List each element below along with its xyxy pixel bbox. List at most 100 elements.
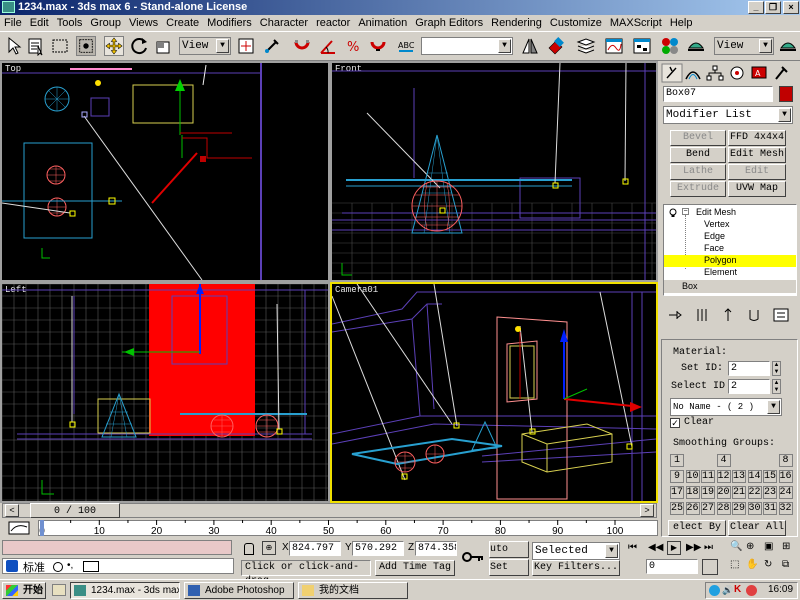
viewport-camera[interactable]: Camera01 — [330, 282, 658, 503]
pin-stack-icon[interactable] — [668, 309, 682, 321]
curve-editor-icon[interactable] — [604, 36, 624, 56]
stack-item-element[interactable]: Element — [704, 267, 737, 277]
stack-item-face[interactable]: Face — [704, 243, 724, 253]
lathe-button[interactable]: Lathe — [670, 164, 726, 180]
viewport-left[interactable]: Left — [0, 282, 330, 503]
viewport-front[interactable]: Front — [330, 61, 658, 282]
ime-punct-icon[interactable]: •, — [67, 560, 73, 571]
stack-item-edge[interactable]: Edge — [704, 231, 725, 241]
key-icon[interactable] — [461, 545, 485, 569]
smoothing-group-button[interactable]: 23 — [763, 486, 777, 499]
smoothing-group-button[interactable]: 4 — [716, 454, 731, 467]
stack-item-vertex[interactable]: Vertex — [704, 219, 730, 229]
utilities-tab-icon[interactable] — [772, 65, 790, 81]
smoothing-group-button[interactable]: 16 — [778, 470, 793, 483]
ime-halfwidth-icon[interactable] — [53, 562, 63, 572]
smoothing-group-button[interactable]: 30 — [747, 502, 762, 515]
play-icon[interactable]: ▶ — [667, 541, 681, 555]
stack-item-box[interactable]: Box — [682, 281, 698, 291]
smoothing-group-button[interactable]: 8 — [778, 454, 793, 467]
select-id-field[interactable]: 2 — [728, 379, 770, 394]
maxscript-listener-mini[interactable] — [2, 540, 232, 555]
modifier-list-dropdown[interactable]: Modifier List ▼ — [663, 106, 793, 124]
pan-icon[interactable]: ✋ — [746, 559, 758, 570]
edit-mesh-button[interactable]: Edit Mesh — [728, 147, 786, 163]
smoothing-group-button[interactable]: 13 — [732, 470, 746, 483]
ime-mode-label[interactable]: 标准 — [23, 559, 45, 575]
current-frame-marker[interactable] — [40, 520, 44, 536]
mirror-icon[interactable] — [520, 36, 540, 56]
zoom-all-icon[interactable]: ⊕ — [746, 541, 754, 552]
smoothing-group-button[interactable]: 32 — [778, 502, 793, 515]
named-selection-set-dropdown[interactable]: ▼ — [421, 37, 513, 55]
menu-character[interactable]: Character — [256, 15, 312, 31]
smoothing-group-button[interactable]: 29 — [732, 502, 746, 515]
current-frame-field[interactable]: 0 — [646, 559, 698, 574]
angle-snap-icon[interactable] — [318, 36, 338, 56]
edit-spline-button[interactable]: Edit Spline — [728, 164, 786, 180]
go-to-end-icon[interactable]: ⏭ — [704, 542, 713, 553]
quick-render-icon[interactable] — [778, 36, 798, 56]
zoom-extents-icon[interactable]: ▣ — [764, 541, 773, 552]
smoothing-group-button[interactable]: 11 — [701, 470, 715, 483]
tray-k-icon[interactable]: K — [734, 584, 741, 595]
clear-checkbox[interactable]: ✓ — [670, 418, 680, 428]
tray-app-icon[interactable] — [746, 585, 757, 596]
arc-rotate-icon[interactable]: ↻ — [764, 559, 772, 570]
material-name-dropdown[interactable]: No Name - ( 2 ) ▼ — [670, 398, 782, 416]
task-my-documents[interactable]: 我的文档 — [298, 582, 408, 599]
auto-key-button[interactable]: uto Key — [489, 541, 529, 558]
smoothing-group-button[interactable]: 19 — [701, 486, 715, 499]
maximize-viewport-icon[interactable]: ⧉ — [782, 559, 789, 570]
layer-manager-icon[interactable] — [576, 36, 596, 56]
menu-customize[interactable]: Customize — [546, 15, 606, 31]
smoothing-group-button[interactable]: 9 — [670, 470, 684, 483]
collapse-icon[interactable]: − — [682, 208, 689, 215]
zoom-extents-all-icon[interactable]: ⊞ — [782, 541, 790, 552]
smoothing-group-button[interactable]: 26 — [685, 502, 700, 515]
smoothing-group-button[interactable]: 20 — [716, 486, 731, 499]
select-arrow-icon[interactable] — [4, 36, 24, 56]
menu-tools[interactable]: Tools — [53, 15, 87, 31]
scale-icon[interactable] — [154, 36, 174, 56]
previous-frame-icon[interactable]: ◀◀ — [648, 542, 663, 553]
set-id-field[interactable]: 2 — [728, 361, 770, 376]
close-button[interactable]: × — [783, 1, 799, 14]
ime-logo-icon[interactable] — [6, 560, 18, 572]
viewport-top[interactable]: Top — [0, 61, 330, 282]
move-icon[interactable] — [104, 36, 124, 56]
smoothing-group-button[interactable]: 22 — [747, 486, 762, 499]
time-configuration-icon[interactable] — [702, 559, 718, 575]
menu-file[interactable]: File — [0, 15, 26, 31]
time-slider-prev[interactable]: < — [5, 504, 19, 517]
smoothing-group-button[interactable]: 21 — [732, 486, 746, 499]
object-name-field[interactable]: Box07 — [663, 86, 773, 102]
smoothing-group-button[interactable]: 24 — [778, 486, 793, 499]
modify-tab-icon[interactable] — [684, 65, 702, 81]
stack-item-edit-mesh[interactable]: Edit Mesh — [696, 207, 736, 217]
bend-button[interactable]: Bend — [670, 147, 726, 163]
menu-views[interactable]: Views — [125, 15, 162, 31]
clear-all-button[interactable]: Clear All — [728, 520, 786, 536]
absolute-mode-icon[interactable]: ⊕ — [262, 541, 276, 555]
stack-item-polygon[interactable]: Polygon — [704, 255, 737, 265]
start-button[interactable]: 开始 — [2, 582, 46, 599]
smoothing-group-button[interactable]: 1 — [670, 454, 684, 467]
smoothing-group-button[interactable]: 15 — [763, 470, 777, 483]
tray-volume-icon[interactable]: 🔊 — [722, 585, 733, 596]
mini-curve-editor-icon[interactable] — [8, 521, 30, 535]
z-coordinate-field[interactable]: 874.358 — [415, 541, 457, 556]
set-key-button[interactable]: Set Key — [489, 559, 529, 576]
smoothing-group-button[interactable]: 10 — [685, 470, 700, 483]
smoothing-group-button[interactable]: 17 — [670, 486, 684, 499]
render-scene-icon[interactable] — [686, 36, 706, 56]
smoothing-group-button[interactable]: 25 — [670, 502, 684, 515]
display-tab-icon[interactable]: A — [750, 65, 768, 81]
go-to-start-icon[interactable]: ⏮ — [628, 542, 638, 553]
smoothing-group-button[interactable]: 14 — [747, 470, 762, 483]
smoothing-group-button[interactable]: 31 — [763, 502, 777, 515]
tray-network-icon[interactable] — [709, 585, 720, 596]
edit-named-selection-icon[interactable]: ABC — [396, 36, 416, 56]
motion-tab-icon[interactable] — [728, 65, 746, 81]
task-3dsmax[interactable]: 1234.max - 3ds max 6 - ... — [70, 582, 180, 599]
